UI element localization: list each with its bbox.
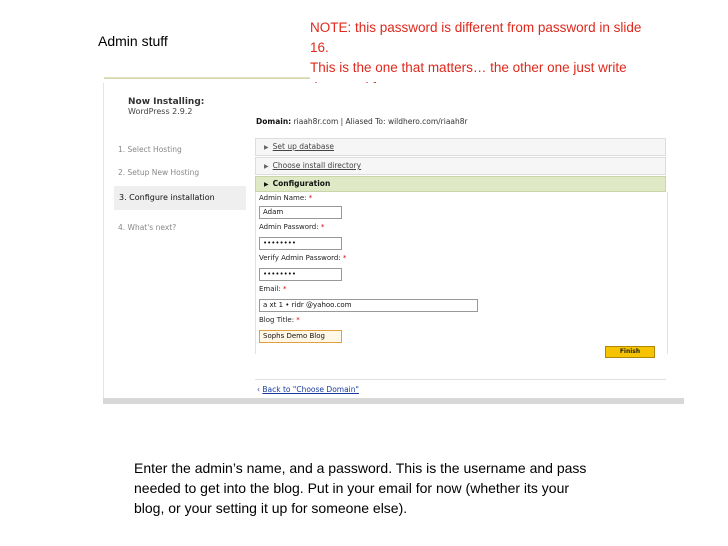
- configuration-title: Configuration: [272, 179, 331, 188]
- email-label: Email: *: [259, 285, 287, 293]
- step-whats-next[interactable]: 4. What's next?: [118, 223, 176, 232]
- step-configure-installation[interactable]: 3. Configure installation: [114, 186, 246, 210]
- installer-screenshot: Now Installing: WordPress 2.9.2 1. Selec…: [103, 83, 684, 404]
- blog-title-label: Blog Title: *: [259, 316, 300, 324]
- triangle-right-icon: ▶: [264, 181, 269, 188]
- decorative-rule: [104, 77, 310, 79]
- domain-info: Domain: riaah8r.com | Aliased To: wildhe…: [256, 117, 468, 126]
- configuration-header[interactable]: ▶ Configuration: [255, 176, 666, 192]
- note-line: NOTE: this password is different from pa…: [310, 20, 642, 35]
- back-separator: [255, 379, 666, 380]
- admin-password-input[interactable]: ••••••••: [259, 237, 342, 250]
- slide-title: Admin stuff: [98, 33, 168, 49]
- caption-line: blog, or your setting it up for someone …: [134, 500, 408, 516]
- installing-version: WordPress 2.9.2: [128, 107, 193, 116]
- domain-label: Domain:: [256, 117, 292, 126]
- admin-name-input[interactable]: Adam: [259, 206, 342, 219]
- aliased-value: wildhero.com/riaah8r: [387, 117, 468, 126]
- setup-database-row[interactable]: ▶ Set up database: [255, 138, 666, 156]
- install-directory-row[interactable]: ▶ Choose install directory: [255, 157, 666, 175]
- required-mark: *: [283, 285, 287, 293]
- domain-value: riaah8r.com: [293, 117, 339, 126]
- triangle-right-icon: ▶: [264, 144, 269, 151]
- screenshot-bottom-border: [103, 398, 684, 404]
- finish-button[interactable]: Finish: [605, 346, 655, 358]
- verify-password-label-text: Verify Admin Password:: [259, 254, 341, 262]
- required-mark: *: [342, 254, 347, 262]
- install-directory-link[interactable]: Choose install directory: [273, 161, 361, 170]
- caption-line: Enter the admin’s name, and a password. …: [134, 460, 587, 476]
- admin-name-label: Admin Name: *: [259, 194, 312, 202]
- blog-title-label-text: Blog Title:: [259, 316, 295, 324]
- required-mark: *: [320, 223, 325, 231]
- setup-database-link[interactable]: Set up database: [273, 142, 334, 151]
- installer-sidebar: Now Installing: WordPress 2.9.2 1. Selec…: [104, 83, 246, 383]
- triangle-right-icon: ▶: [264, 163, 269, 170]
- back-to-choose-domain-link[interactable]: ‹ Back to "Choose Domain": [257, 385, 359, 394]
- email-label-text: Email:: [259, 285, 281, 293]
- caption-text: Enter the admin’s name, and a password. …: [134, 458, 694, 518]
- note-line: This is the one that matters… the other …: [310, 60, 627, 75]
- caption-line: needed to get into the blog. Put in your…: [134, 480, 570, 496]
- note-line: 16.: [310, 40, 329, 55]
- required-mark: *: [296, 316, 300, 324]
- step-setup-hosting[interactable]: 2. Setup New Hosting: [118, 168, 199, 177]
- admin-name-label-text: Admin Name:: [259, 194, 307, 202]
- back-link-label[interactable]: Back to "Choose Domain": [262, 385, 359, 394]
- email-input[interactable]: a xt 1 • ridr @yahoo.com: [259, 299, 478, 312]
- blog-title-input[interactable]: Sophs Demo Blog: [259, 330, 342, 343]
- verify-password-input[interactable]: ••••••••: [259, 268, 342, 281]
- back-arrow-icon: ‹: [257, 385, 260, 394]
- verify-password-label: Verify Admin Password: *: [259, 254, 346, 262]
- step-select-hosting[interactable]: 1. Select Hosting: [118, 145, 182, 154]
- admin-password-label-text: Admin Password:: [259, 223, 319, 231]
- installing-heading: Now Installing:: [128, 97, 205, 107]
- aliased-label: | Aliased To:: [340, 117, 386, 126]
- admin-password-label: Admin Password: *: [259, 223, 324, 231]
- required-mark: *: [308, 194, 313, 202]
